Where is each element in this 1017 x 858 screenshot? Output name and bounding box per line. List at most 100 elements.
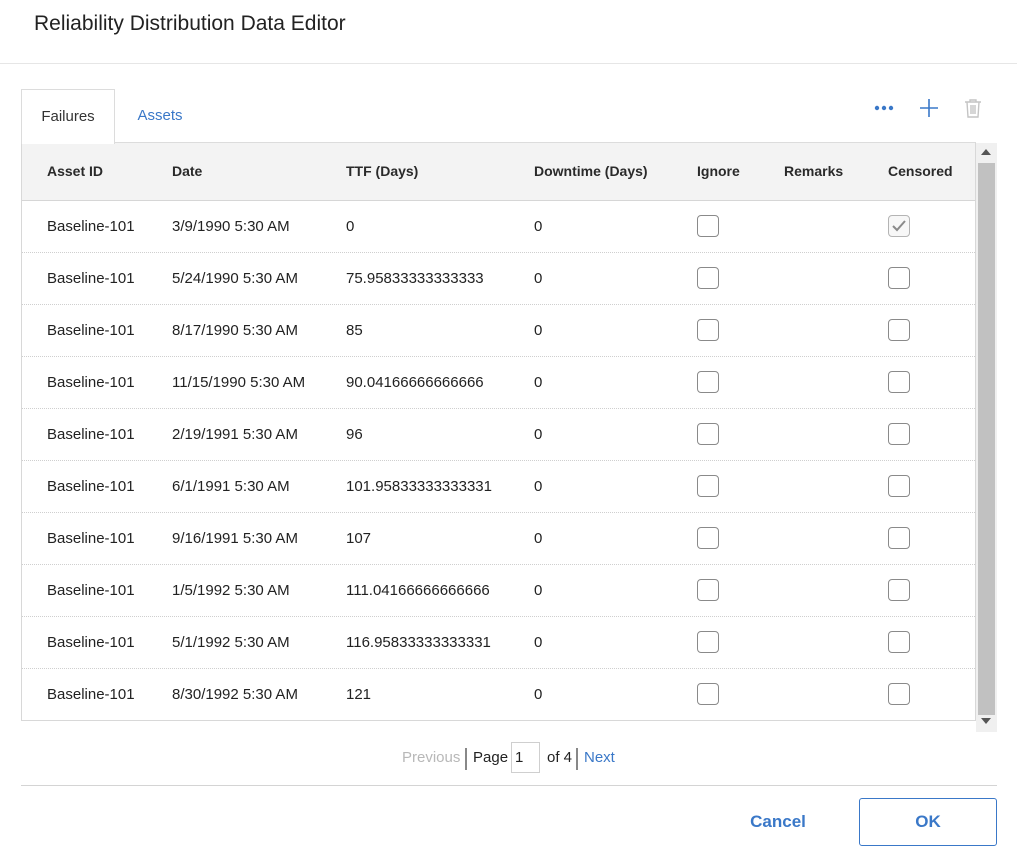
cell-asset-id: Baseline-101 xyxy=(47,478,135,495)
column-header-asset-id[interactable]: Asset ID xyxy=(47,143,103,200)
cell-date: 1/5/1992 5:30 AM xyxy=(172,582,290,599)
cell-date: 2/19/1991 5:30 AM xyxy=(172,426,298,443)
column-header-ignore[interactable]: Ignore xyxy=(697,143,740,200)
column-header-date[interactable]: Date xyxy=(172,143,202,200)
cell-asset-id: Baseline-101 xyxy=(47,322,135,339)
previous-page-link: Previous xyxy=(402,749,461,766)
cell-asset-id: Baseline-101 xyxy=(47,634,135,651)
table-row[interactable]: Baseline-101 1/5/1992 5:30 AM 111.04166666… xyxy=(22,565,975,617)
cell-ttf: 116.95833333333331 xyxy=(346,634,491,651)
column-header-remarks[interactable]: Remarks xyxy=(784,143,843,200)
dialog-header: Reliability Distribution Data Editor xyxy=(0,0,1017,64)
scrollbar-thumb[interactable] xyxy=(978,163,995,715)
column-header-censored[interactable]: Censored xyxy=(888,143,953,200)
cell-asset-id: Baseline-101 xyxy=(47,426,135,443)
pagination: Previous Page of 4 Next xyxy=(0,742,1017,774)
censored-checkbox[interactable] xyxy=(888,579,910,601)
table-row[interactable]: Baseline-101 6/1/1991 5:30 AM 101.95833333… xyxy=(22,461,975,513)
ignore-checkbox[interactable] xyxy=(697,423,719,445)
cell-date: 9/16/1991 5:30 AM xyxy=(172,530,298,547)
ignore-checkbox[interactable] xyxy=(697,319,719,341)
cell-ttf: 121 xyxy=(346,686,372,703)
cell-ttf: 111.04166666666666 xyxy=(346,582,490,599)
table-row[interactable]: Baseline-101 3/9/1990 5:30 AM 0 0 xyxy=(22,201,975,253)
cell-downtime: 0 xyxy=(534,634,543,651)
column-header-ttf[interactable]: TTF (Days) xyxy=(346,143,418,200)
ignore-checkbox[interactable] xyxy=(697,527,719,549)
more-horizontal-icon[interactable] xyxy=(872,96,896,120)
cell-asset-id: Baseline-101 xyxy=(47,270,135,287)
cell-date: 5/1/1992 5:30 AM xyxy=(172,634,290,651)
cell-downtime: 0 xyxy=(534,218,543,235)
cell-ttf: 0 xyxy=(346,218,355,235)
table-row[interactable]: Baseline-101 8/17/1990 5:30 AM 85 0 xyxy=(22,305,975,357)
scroll-up-arrow-icon[interactable] xyxy=(981,149,991,155)
grid-header-row: Asset ID Date TTF (Days) Downtime (Days)… xyxy=(22,143,975,201)
censored-checkbox[interactable] xyxy=(888,527,910,549)
cell-asset-id: Baseline-101 xyxy=(47,218,135,235)
censored-checkbox[interactable] xyxy=(888,423,910,445)
cell-ttf: 75.95833333333333 xyxy=(346,270,484,287)
cell-ttf: 101.95833333333331 xyxy=(346,478,492,495)
censored-checkbox[interactable] xyxy=(888,215,910,237)
table-row[interactable]: Baseline-101 5/24/1990 5:30 AM 75.95833333… xyxy=(22,253,975,305)
cell-downtime: 0 xyxy=(534,478,543,495)
cell-ttf: 85 xyxy=(346,322,363,339)
censored-checkbox[interactable] xyxy=(888,683,910,705)
censored-checkbox[interactable] xyxy=(888,267,910,289)
cell-date: 3/9/1990 5:30 AM xyxy=(172,218,290,235)
next-page-link[interactable]: Next xyxy=(584,742,615,774)
scroll-down-arrow-icon[interactable] xyxy=(981,718,991,724)
cell-ttf: 96 xyxy=(346,426,363,443)
censored-checkbox[interactable] xyxy=(888,631,910,653)
censored-checkbox[interactable] xyxy=(888,319,910,341)
ignore-checkbox[interactable] xyxy=(697,475,719,497)
page-label: Page xyxy=(473,749,509,766)
ignore-checkbox[interactable] xyxy=(697,215,719,237)
cell-downtime: 0 xyxy=(534,530,543,547)
checkmark-icon xyxy=(892,220,906,232)
table-row[interactable]: Baseline-101 8/30/1992 5:30 AM 121 0 xyxy=(22,669,975,720)
table-row[interactable]: Baseline-101 5/1/1992 5:30 AM 116.95833333… xyxy=(22,617,975,669)
cell-downtime: 0 xyxy=(534,270,543,287)
cell-asset-id: Baseline-101 xyxy=(47,374,135,391)
page-number-input[interactable] xyxy=(511,742,540,773)
ignore-checkbox[interactable] xyxy=(697,267,719,289)
vertical-scrollbar[interactable] xyxy=(976,143,997,732)
ignore-checkbox[interactable] xyxy=(697,371,719,393)
censored-checkbox[interactable] xyxy=(888,371,910,393)
plus-icon[interactable] xyxy=(917,96,941,120)
ignore-checkbox[interactable] xyxy=(697,631,719,653)
table-row[interactable]: Baseline-101 9/16/1991 5:30 AM 107 0 xyxy=(22,513,975,565)
pager-separator xyxy=(576,748,578,770)
table-row[interactable]: Baseline-101 2/19/1991 5:30 AM 96 0 xyxy=(22,409,975,461)
column-header-downtime[interactable]: Downtime (Days) xyxy=(534,143,648,200)
dialog-title: Reliability Distribution Data Editor xyxy=(34,12,346,35)
cell-ttf: 90.04166666666666 xyxy=(346,374,484,391)
cell-asset-id: Baseline-101 xyxy=(47,582,135,599)
cell-date: 5/24/1990 5:30 AM xyxy=(172,270,298,287)
ignore-checkbox[interactable] xyxy=(697,683,719,705)
trash-icon xyxy=(961,96,985,120)
cell-asset-id: Baseline-101 xyxy=(47,530,135,547)
failures-grid: Asset ID Date TTF (Days) Downtime (Days)… xyxy=(21,142,976,721)
ok-button[interactable]: OK xyxy=(859,798,997,846)
cell-date: 11/15/1990 5:30 AM xyxy=(172,374,306,391)
ignore-checkbox[interactable] xyxy=(697,579,719,601)
tab-failures[interactable]: Failures xyxy=(21,89,115,144)
pager-separator xyxy=(465,748,467,770)
footer-divider xyxy=(21,785,997,786)
cell-date: 8/17/1990 5:30 AM xyxy=(172,322,298,339)
page-count-label: of 4 xyxy=(547,749,573,766)
cell-date: 8/30/1992 5:30 AM xyxy=(172,686,298,703)
tab-assets[interactable]: Assets xyxy=(122,89,198,143)
censored-checkbox[interactable] xyxy=(888,475,910,497)
cell-downtime: 0 xyxy=(534,582,543,599)
cell-downtime: 0 xyxy=(534,322,543,339)
cell-downtime: 0 xyxy=(534,426,543,443)
cell-date: 6/1/1991 5:30 AM xyxy=(172,478,290,495)
table-row[interactable]: Baseline-101 11/15/1990 5:30 AM 90.0416666… xyxy=(22,357,975,409)
cell-downtime: 0 xyxy=(534,374,543,391)
cell-ttf: 107 xyxy=(346,530,372,547)
cancel-button[interactable]: Cancel xyxy=(738,798,818,845)
